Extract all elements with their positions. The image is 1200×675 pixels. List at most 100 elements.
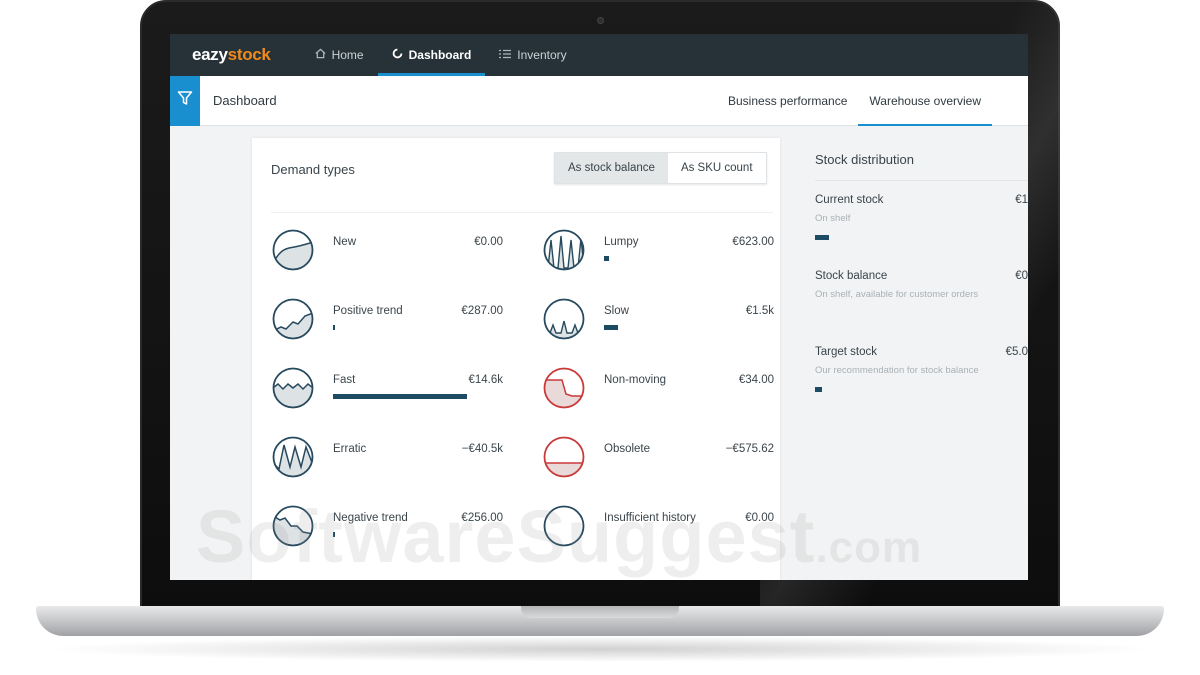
demand-row-lumpy[interactable]: Lumpy €623.00 — [542, 228, 774, 274]
list-icon — [499, 49, 512, 62]
stock-item-name: Stock balance — [815, 270, 888, 282]
top-navigation: eazystock Home Dashboard Inventory — [170, 34, 1028, 76]
negative-trend-icon — [272, 505, 314, 547]
panel-divider — [815, 180, 1028, 181]
demand-bar — [604, 325, 618, 330]
as-sku-count-button[interactable]: As SKU count — [667, 153, 766, 183]
laptop-shadow — [40, 636, 1160, 662]
stock-item-name: Target stock — [815, 346, 877, 358]
demand-row-erratic[interactable]: Erratic −€40.5k — [271, 435, 503, 481]
stock-item-name: Current stock — [815, 194, 884, 206]
nav-home[interactable]: Home — [301, 34, 378, 76]
demand-types-title: Demand types — [271, 162, 355, 177]
demand-value: €256.00 — [461, 512, 503, 524]
demand-row-new[interactable]: New €0.00 — [271, 228, 503, 274]
demand-row-fast[interactable]: Fast €14.6k — [271, 366, 503, 412]
tab-warehouse-overview[interactable]: Warehouse overview — [858, 76, 992, 126]
nav-dashboard-label: Dashboard — [408, 48, 472, 62]
demand-types-card: Demand types As stock balance As SKU cou… — [252, 138, 780, 580]
insufficient-history-icon — [543, 505, 585, 547]
webcam — [597, 17, 604, 24]
demand-value: €1.5k — [745, 305, 774, 317]
positive-trend-icon — [272, 298, 314, 340]
demand-value: −€40.5k — [461, 443, 503, 455]
demand-row-obsolete[interactable]: Obsolete −€575.62 — [542, 435, 774, 481]
demand-row-positive-trend[interactable]: Positive trend €287.00 — [271, 297, 503, 343]
tab-business-performance[interactable]: Business performance — [717, 76, 858, 126]
stock-distribution-title: Stock distribution — [815, 152, 914, 167]
stock-item-balance[interactable]: Stock balance €0 On shelf, available for… — [815, 270, 1028, 316]
nav-inventory[interactable]: Inventory — [485, 34, 580, 76]
as-stock-balance-button[interactable]: As stock balance — [555, 153, 668, 183]
app-screen: eazystock Home Dashboard Inventory Dashb… — [170, 34, 1028, 580]
stock-bar — [815, 235, 830, 240]
demand-bar-track — [604, 463, 774, 468]
dashboard-icon — [392, 48, 403, 62]
stock-item-description: On shelf, available for customer orders — [815, 289, 979, 300]
demand-name: Fast — [333, 374, 356, 386]
nav-inventory-label: Inventory — [517, 48, 567, 62]
demand-value: €287.00 — [461, 305, 503, 317]
eazystock-logo[interactable]: eazystock — [192, 45, 271, 65]
stock-item-value: €5.0 — [1005, 346, 1028, 358]
demand-bar — [333, 532, 335, 537]
demand-bar-track — [604, 394, 774, 399]
demand-bar-track — [333, 325, 503, 330]
demand-name: Non-moving — [604, 374, 666, 386]
demand-bar — [333, 325, 335, 330]
demand-name: Insufficient history — [604, 512, 696, 524]
stock-bar-track — [815, 235, 995, 240]
demand-bar — [333, 394, 468, 399]
demand-bar-track — [604, 532, 774, 537]
nav-home-label: Home — [331, 48, 364, 62]
demand-value: −€575.62 — [725, 443, 774, 455]
demand-bar-track — [604, 325, 774, 330]
stock-item-value: €0 — [1015, 270, 1028, 282]
stock-bar — [815, 387, 823, 392]
obsolete-icon — [543, 436, 585, 478]
demand-row-negative-trend[interactable]: Negative trend €256.00 — [271, 504, 503, 550]
sub-header: Dashboard Business performance Warehouse… — [170, 75, 1028, 126]
stock-distribution-panel: Stock distribution Current stock €1 On s… — [800, 138, 1028, 580]
demand-value: €0.00 — [474, 236, 503, 248]
stock-item-description: Our recommendation for stock balance — [815, 365, 979, 376]
stock-item-value: €1 — [1015, 194, 1028, 206]
demand-view-toggle: As stock balance As SKU count — [554, 152, 767, 184]
stock-bar-track — [815, 387, 995, 392]
page-title: Dashboard — [213, 93, 277, 108]
card-divider — [271, 212, 773, 213]
slow-demand-icon — [543, 298, 585, 340]
stock-bar-track — [815, 311, 995, 316]
demand-bar-track — [333, 256, 503, 261]
demand-bar — [604, 256, 610, 261]
demand-value: €34.00 — [738, 374, 774, 386]
demand-value: €623.00 — [732, 236, 774, 248]
demand-name: Positive trend — [333, 305, 403, 317]
demand-row-non-moving[interactable]: Non-moving €34.00 — [542, 366, 774, 412]
demand-name: Lumpy — [604, 236, 639, 248]
demand-row-slow[interactable]: Slow €1.5k — [542, 297, 774, 343]
demand-value: €14.6k — [468, 374, 503, 386]
demand-name: Erratic — [333, 443, 367, 455]
demand-name: New — [333, 236, 357, 248]
demand-bar-track — [333, 463, 503, 468]
filter-button[interactable] — [170, 75, 200, 126]
filter-icon — [177, 90, 193, 111]
stock-item-target[interactable]: Target stock €5.0 Our recommendation for… — [815, 346, 1028, 392]
erratic-demand-icon — [272, 436, 314, 478]
demand-bar-track — [333, 394, 503, 399]
nav-dashboard[interactable]: Dashboard — [377, 34, 486, 76]
view-tabs: Business performance Warehouse overview — [717, 76, 992, 126]
stock-item-description: On shelf — [815, 213, 851, 224]
stock-item-current[interactable]: Current stock €1 On shelf — [815, 194, 1028, 240]
demand-name: Obsolete — [604, 443, 651, 455]
demand-bar-track — [604, 256, 774, 261]
laptop-notch — [521, 606, 679, 618]
demand-bar-track — [333, 532, 503, 537]
home-icon — [315, 48, 326, 62]
fast-demand-icon — [272, 367, 314, 409]
demand-value: €0.00 — [745, 512, 774, 524]
demand-name: Slow — [604, 305, 629, 317]
demand-row-insufficient-history[interactable]: Insufficient history €0.00 — [542, 504, 774, 550]
demand-name: Negative trend — [333, 512, 408, 524]
